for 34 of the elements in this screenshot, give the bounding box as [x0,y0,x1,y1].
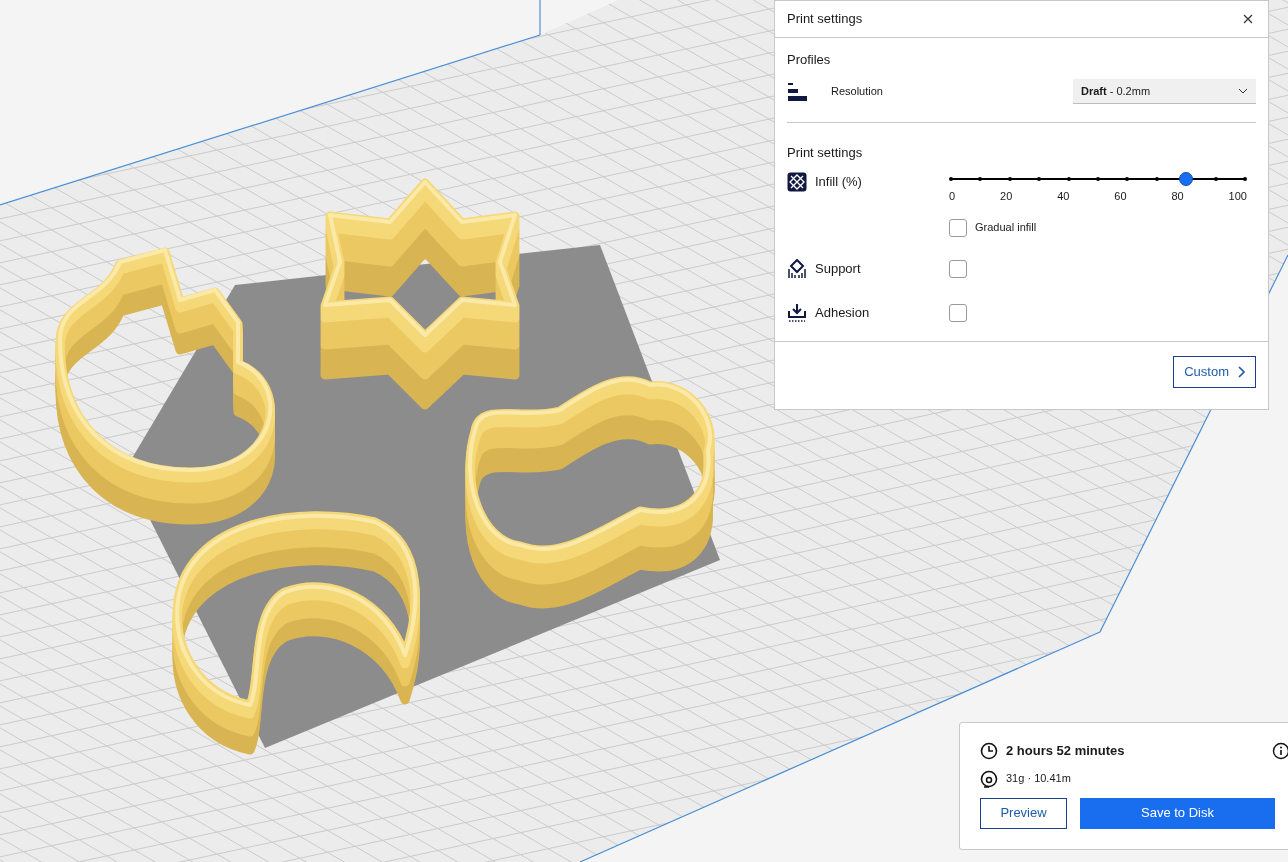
support-checkbox[interactable] [949,259,967,278]
tick-label: 0 [949,189,956,204]
custom-button[interactable]: Custom [1173,355,1256,388]
preview-button[interactable]: Preview [980,797,1067,829]
infill-label: Infill (%) [815,173,862,192]
spool-icon [980,769,998,788]
chevron-down-icon [1238,88,1248,94]
slider-thumb[interactable] [1179,172,1194,186]
info-icon[interactable] [1272,741,1288,760]
resolution-dropdown[interactable]: Draft - 0.2mm [1073,79,1256,104]
save-to-disk-button[interactable]: Save to Disk [1080,797,1275,829]
chevron-right-icon [1237,365,1245,378]
adhesion-icon [787,302,807,323]
tick-label: 100 [1228,189,1247,204]
tick-label: 40 [1057,189,1070,204]
infill-slider[interactable] [951,172,1245,186]
tick-label: 80 [1171,189,1184,204]
print-time: 2 hours 52 minutes [1006,742,1125,760]
material-usage: 31g · 10.41m [1006,771,1071,787]
adhesion-label: Adhesion [815,303,870,322]
adhesion-checkbox[interactable] [949,303,967,322]
tick-label: 20 [1000,189,1013,204]
clock-icon [980,741,998,760]
section-heading: Print settings [787,143,864,162]
layers-icon [787,81,807,102]
support-icon [787,258,807,279]
support-label: Support [815,259,861,278]
tick-label: 60 [1114,189,1127,204]
infill-icon [787,172,807,192]
gradual-infill-checkbox[interactable] [949,218,967,237]
gradual-infill-label: Gradual infill [975,220,1037,236]
section-heading: Profiles [787,51,832,69]
resolution-label: Resolution [831,84,883,100]
panel-title: Print settings [787,10,863,29]
